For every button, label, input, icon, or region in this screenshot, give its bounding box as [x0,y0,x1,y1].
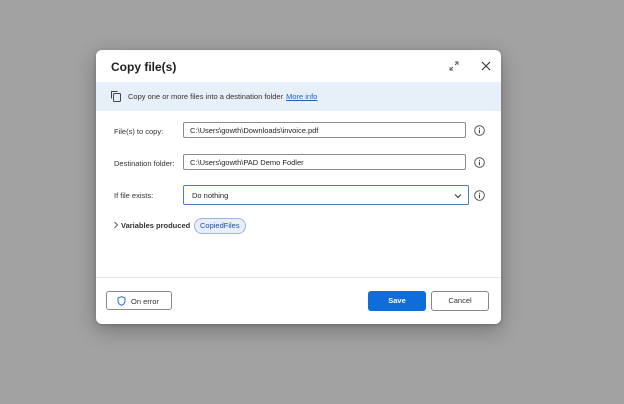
cancel-button[interactable]: Cancel [431,291,489,311]
files-to-copy-input[interactable]: C:\Users\gowth\Downloads\invoice.pdf [183,122,466,138]
more-info-link[interactable]: More info [286,92,317,101]
info-icon[interactable] [474,157,485,168]
on-error-label: On error [131,297,159,306]
copy-files-icon [111,91,121,102]
copy-files-dialog: Copy file(s) Copy one or more files into… [96,50,501,324]
if-file-exists-value: Do nothing [192,191,229,200]
dialog-title: Copy file(s) [111,60,177,74]
expand-button[interactable] [446,58,462,74]
on-error-button[interactable]: On error [106,291,172,310]
variable-chip-copiedfiles[interactable]: CopiedFiles [194,218,246,234]
destination-folder-input[interactable]: C:\Users\gowth\PAD Demo Fodler [183,154,466,170]
footer-divider [96,277,501,278]
destination-folder-label: Destination folder: [114,159,175,168]
save-button[interactable]: Save [368,291,426,311]
files-to-copy-label: File(s) to copy: [114,127,164,136]
dialog-titlebar: Copy file(s) [96,50,501,82]
close-button[interactable] [478,58,494,74]
banner-description: Copy one or more files into a destinatio… [128,92,284,101]
info-icon[interactable] [474,190,485,201]
chevron-down-icon [454,194,462,199]
expand-icon [449,61,459,71]
variables-produced-row: Variables produced CopiedFiles [113,218,313,234]
if-file-exists-label: If file exists: [114,191,154,200]
banner-text: Copy one or more files into a destinatio… [128,92,317,101]
shield-icon [117,296,126,306]
variables-produced-label[interactable]: Variables produced [121,221,190,230]
close-icon [481,61,491,71]
info-icon[interactable] [474,125,485,136]
if-file-exists-select[interactable]: Do nothing [183,185,469,205]
info-banner: Copy one or more files into a destinatio… [96,82,501,111]
chevron-right-icon[interactable] [113,221,119,229]
